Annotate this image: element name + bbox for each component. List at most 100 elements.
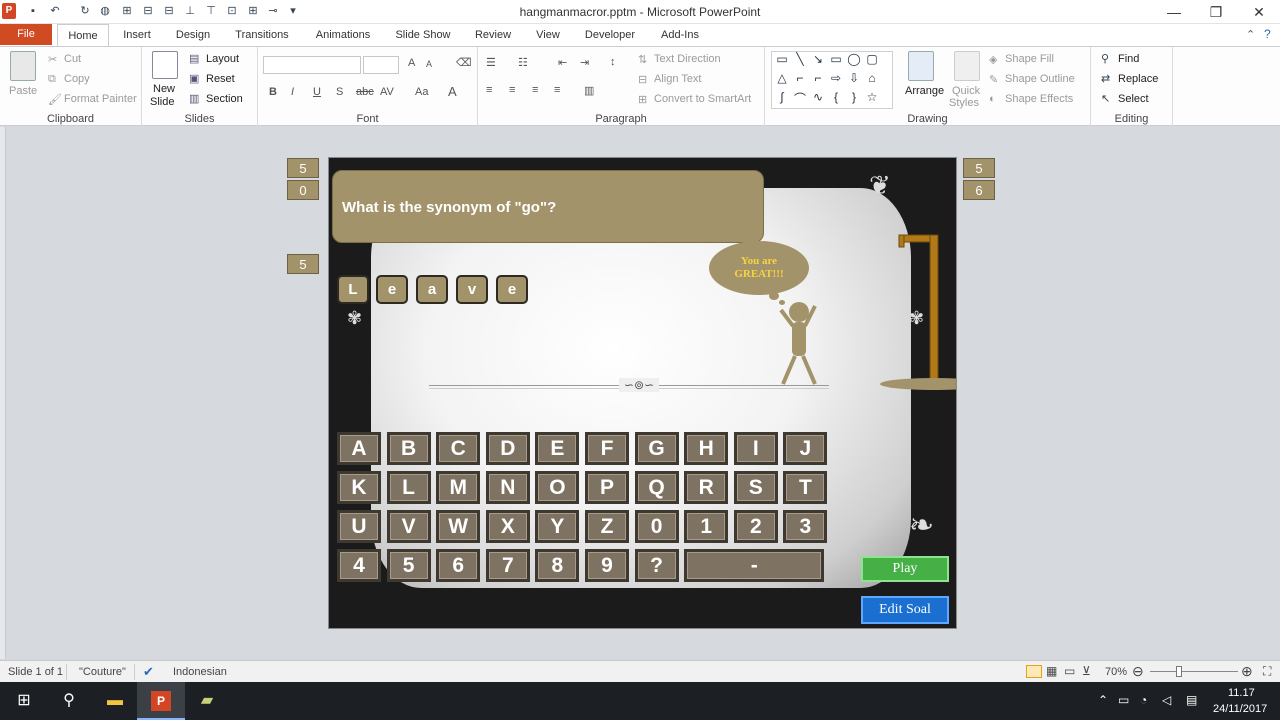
key-button[interactable]: 1 [684,510,729,543]
char-spacing-button[interactable]: AV [380,86,394,98]
app-taskbar-icon[interactable]: ▰ [183,682,231,720]
dash-key-button[interactable]: - [684,549,825,582]
line-spacing-icon[interactable]: ↕ [610,56,616,68]
fit-to-window-icon[interactable]: ⛶ [1263,664,1271,679]
key-button[interactable]: 5 [386,549,431,582]
quick-access-icon[interactable]: ⊡ [225,4,239,18]
key-button[interactable]: M [436,471,481,504]
flowchart-shape-icon[interactable]: ⌂ [864,71,880,85]
key-button[interactable]: Q [634,471,679,504]
key-button[interactable]: I [733,432,778,465]
grow-font-button[interactable]: A [408,57,415,69]
shape-fill-button[interactable]: Shape Fill [1005,53,1054,65]
restore-button[interactable]: ❐ [1199,2,1233,22]
zoom-out-icon[interactable]: ⊖ [1132,663,1144,680]
counter-box[interactable]: 5 [963,158,995,178]
shape-effects-button[interactable]: Shape Effects [1005,93,1073,105]
font-family-select[interactable] [263,56,361,74]
reading-view-icon[interactable]: ▭ [1064,664,1075,678]
tab-transitions[interactable]: Transitions [228,24,296,46]
paste-button[interactable]: Paste [9,85,37,97]
key-button[interactable]: 9 [585,549,629,582]
font-color-button[interactable]: A [448,84,457,99]
play-button[interactable]: Play [861,556,949,582]
format-painter-button[interactable]: Format Painter [64,93,137,105]
key-button[interactable]: 3 [783,510,828,543]
answer-letter-tile[interactable]: v [456,275,488,304]
right-arrow-shape-icon[interactable]: ⇨ [828,71,844,85]
quick-styles-button[interactable]: Styles [949,97,979,109]
quick-styles-label[interactable]: Quick [952,85,980,97]
quick-access-icon[interactable]: ◍ [98,4,112,18]
textbox-shape-icon[interactable]: ▭ [774,52,790,66]
counter-box[interactable]: 0 [287,180,319,200]
counter-box[interactable]: 5 [287,254,319,274]
key-button[interactable]: S [733,471,778,504]
new-slide-button[interactable]: Slide [150,96,174,108]
clear-formatting-icon[interactable]: ⌫ [456,56,472,69]
key-button[interactable]: U [337,510,381,543]
cut-button[interactable]: Cut [64,53,81,65]
question-text[interactable]: What is the synonym of "go"? [332,170,764,243]
quick-access-icon[interactable]: ⊞ [120,4,134,18]
key-button[interactable]: L [386,471,431,504]
help-icon[interactable]: ? [1264,27,1271,41]
new-slide-label[interactable]: New [153,83,175,95]
connector-shape-icon[interactable]: ⌐ [810,71,826,85]
arc-shape-icon[interactable]: ⌒ [792,90,808,107]
tab-animations[interactable]: Animations [307,24,379,46]
oval-shape-icon[interactable]: ◯ [846,52,862,66]
key-button[interactable]: G [634,432,679,465]
right-brace-shape-icon[interactable]: } [846,90,862,104]
justify-icon[interactable]: ≡ [554,84,560,96]
save-icon[interactable]: ▪ [26,4,40,18]
align-right-icon[interactable]: ≡ [532,84,538,96]
columns-icon[interactable]: ▥ [584,84,594,97]
close-button[interactable]: ✕ [1242,2,1276,22]
arrange-icon[interactable] [908,51,934,81]
shape-outline-button[interactable]: Shape Outline [1005,73,1075,85]
triangle-shape-icon[interactable]: △ [774,71,790,85]
section-button[interactable]: Section [206,93,243,105]
tab-design[interactable]: Design [168,24,218,46]
language-indicator[interactable]: Indonesian [173,666,227,678]
key-button[interactable]: E [535,432,580,465]
zoom-level[interactable]: 70% [1105,666,1127,678]
zoom-in-icon[interactable]: ⊕ [1241,663,1253,680]
quick-access-icon[interactable]: ⊸ [266,4,280,18]
key-button[interactable]: 0 [634,510,679,543]
increase-indent-icon[interactable]: ⇥ [580,56,589,69]
quick-access-icon[interactable]: ⊟ [141,4,155,18]
tab-review[interactable]: Review [467,24,519,46]
key-button[interactable]: Y [535,510,580,543]
tab-add-ins[interactable]: Add-Ins [652,24,708,46]
key-button[interactable]: K [337,471,381,504]
bold-button[interactable]: B [269,86,277,98]
clock-time[interactable]: 11.17 [1228,687,1255,699]
tab-view[interactable]: View [526,24,570,46]
key-button[interactable]: O [535,471,580,504]
answer-letter-tile[interactable]: L [337,275,369,304]
tab-developer[interactable]: Developer [578,24,642,46]
key-button[interactable]: F [585,432,629,465]
zoom-slider-track[interactable] [1150,671,1238,672]
customize-quick-access-icon[interactable]: ▾ [286,4,300,18]
reset-button[interactable]: Reset [206,73,235,85]
spellcheck-icon[interactable]: ✔ [143,664,154,680]
key-button[interactable]: D [485,432,530,465]
key-button[interactable]: Z [585,510,629,543]
edit-soal-button[interactable]: Edit Soal [861,596,949,624]
copy-button[interactable]: Copy [64,73,90,85]
key-button[interactable]: P [585,471,629,504]
text-direction-button[interactable]: Text Direction [654,53,721,65]
key-button[interactable]: B [386,432,431,465]
key-button[interactable]: 4 [337,549,381,582]
windows-start-icon[interactable]: ⊞ [0,682,48,720]
search-icon[interactable]: ⚲ [45,682,93,720]
strikethrough-button[interactable]: abc [356,86,374,98]
align-left-icon[interactable]: ≡ [486,84,492,96]
counter-box[interactable]: 6 [963,180,995,200]
underline-button[interactable]: U [313,86,321,98]
theme-name[interactable]: "Couture" [79,666,126,678]
answer-letter-tile[interactable]: a [416,275,448,304]
